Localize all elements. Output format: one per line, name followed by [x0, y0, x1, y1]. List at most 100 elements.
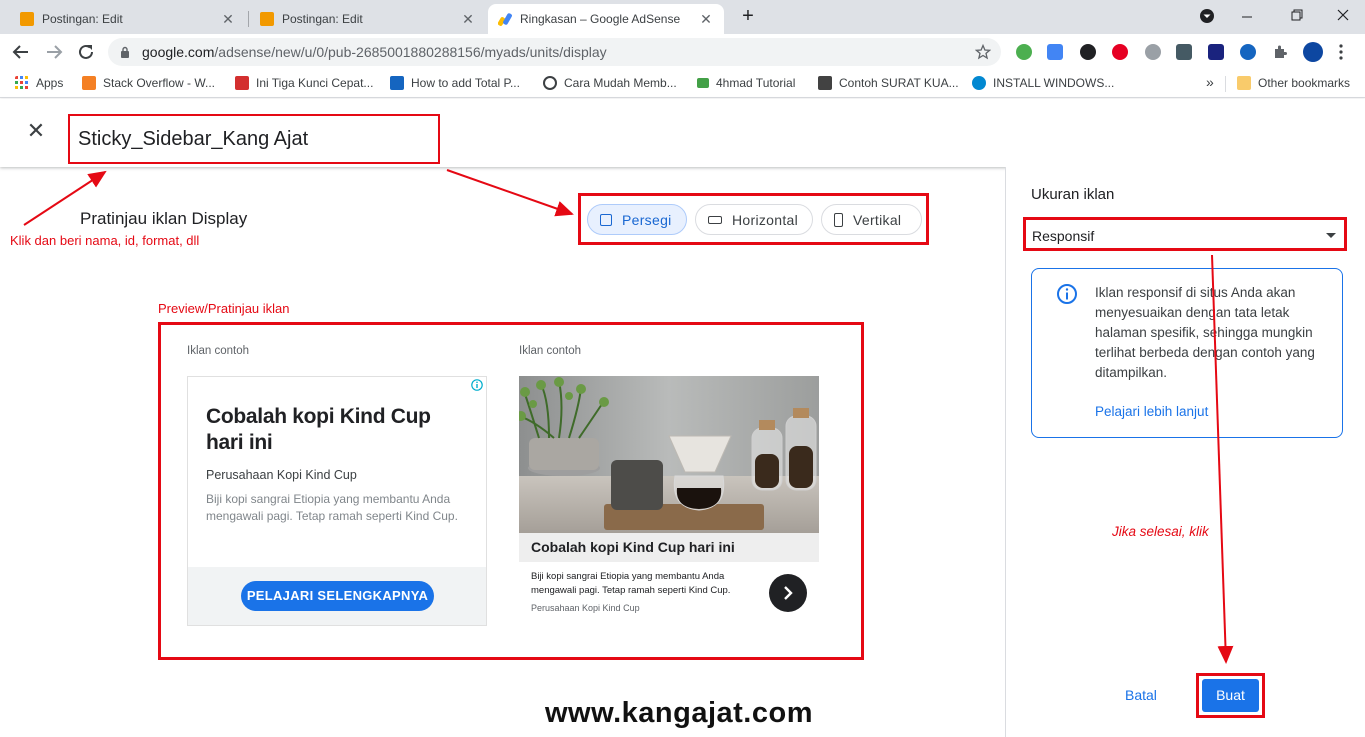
- square-icon: [600, 213, 612, 226]
- bookmark-install-windows[interactable]: INSTALL WINDOWS...: [972, 76, 1114, 90]
- speed-extension-icon[interactable]: [1176, 44, 1192, 60]
- bookmark-label: Cara Mudah Memb...: [564, 76, 677, 90]
- chart-extension-icon[interactable]: [1208, 44, 1224, 60]
- pinterest-extension-icon[interactable]: [1112, 44, 1128, 60]
- close-tab-icon[interactable]: ✕: [698, 11, 714, 28]
- extensions-puzzle-icon[interactable]: [1272, 44, 1288, 60]
- browser-tab-strip: Postingan: Edit ✕ Postingan: Edit ✕ Ring…: [0, 0, 1365, 34]
- menu-kebab-icon[interactable]: [1338, 44, 1344, 60]
- tab-adsense[interactable]: Ringkasan – Google AdSense ✕: [488, 4, 724, 34]
- gear-extension-icon[interactable]: [1145, 44, 1161, 60]
- format-selector: Persegi Horizontal Vertikal: [578, 193, 929, 245]
- ad-settings-panel: Ukuran iklan Responsif Iklan responsif d…: [1005, 167, 1365, 737]
- back-icon[interactable]: [12, 43, 30, 61]
- cancel-button[interactable]: Batal: [1125, 687, 1157, 703]
- info-text: Iklan responsif di situs Anda akan menye…: [1095, 285, 1315, 380]
- bookmark-star-icon[interactable]: [975, 44, 991, 60]
- adchoices-icon[interactable]: [471, 379, 483, 391]
- sample-image-ad: Cobalah kopi Kind Cup hari ini Biji kopi…: [519, 376, 819, 626]
- preview-title: Pratinjau iklan Display: [80, 209, 248, 228]
- ad-size-value: Responsif: [1032, 228, 1095, 244]
- bookmark-label: Contoh SURAT KUA...: [839, 76, 959, 90]
- ad-unit-name-value: Sticky_Sidebar_Kang Ajat: [78, 128, 309, 150]
- annotation-done-hint: Jika selesai, klik: [1112, 524, 1209, 539]
- bookmarks-overflow-button[interactable]: »: [1206, 74, 1214, 90]
- adsense-icon: [498, 13, 512, 26]
- bookmark-stackoverflow[interactable]: Stack Overflow - W...: [82, 76, 215, 90]
- window-close-icon[interactable]: [1336, 8, 1350, 22]
- close-editor-icon[interactable]: ✕: [24, 119, 48, 143]
- document-site-icon: [818, 76, 832, 90]
- ad-size-dropdown[interactable]: Responsif: [1023, 217, 1347, 251]
- ad-description: Biji kopi sangrai Etiopia yang membantu …: [531, 571, 731, 596]
- tab-postingan-edit-1[interactable]: Postingan: Edit ✕: [10, 4, 246, 34]
- account-extension-icon[interactable]: [1240, 44, 1256, 60]
- sample-text-ad: Cobalah kopi Kind Cup hari ini Perusahaa…: [187, 376, 487, 626]
- tab-title: Postingan: Edit: [42, 12, 123, 26]
- format-label: Persegi: [622, 211, 672, 228]
- vertical-rect-icon: [834, 212, 843, 227]
- bookmark-4hmad[interactable]: 4hmad Tutorial: [697, 76, 795, 90]
- annotation-name-hint: Klik dan beri nama, id, format, dll: [10, 233, 200, 248]
- close-tab-icon[interactable]: ✕: [460, 11, 476, 28]
- bookmarks-bar: Apps Stack Overflow - W... Ini Tiga Kunc…: [0, 70, 1365, 98]
- tab-search-icon[interactable]: [1199, 8, 1215, 24]
- close-tab-icon[interactable]: ✕: [220, 11, 236, 28]
- bookmark-label: How to add Total P...: [411, 76, 520, 90]
- bookmark-tiga-kunci[interactable]: Ini Tiga Kunci Cepat...: [235, 76, 373, 90]
- learn-more-link[interactable]: Pelajari lebih lanjut: [1095, 404, 1208, 419]
- url-path: /adsense/new/u/0/pub-2685001880288156/my…: [214, 44, 607, 60]
- tech-site-icon: [390, 76, 404, 90]
- learn-more-button[interactable]: PELAJARI SELENGKAPNYA: [241, 581, 434, 611]
- format-label: Horizontal: [732, 211, 799, 228]
- ad-advertiser: Perusahaan Kopi Kind Cup: [206, 468, 357, 482]
- ad-description: Biji kopi sangrai Etiopia yang membantu …: [206, 492, 458, 523]
- horizontal-rect-icon: [708, 215, 722, 224]
- format-label: Vertikal: [853, 211, 902, 228]
- reload-icon[interactable]: [77, 43, 95, 61]
- responsive-info-box: Iklan responsif di situs Anda akan menye…: [1031, 268, 1343, 438]
- ad-unit-editor-header: ✕ Sticky_Sidebar_Kang Ajat: [0, 99, 1365, 167]
- r-site-icon: [235, 76, 249, 90]
- bookmark-label: Other bookmarks: [1258, 76, 1351, 90]
- blogger-icon: [20, 12, 34, 26]
- ad-unit-name-field[interactable]: Sticky_Sidebar_Kang Ajat: [68, 114, 440, 164]
- format-chip-horizontal[interactable]: Horizontal: [695, 204, 813, 235]
- minimize-icon[interactable]: [1240, 10, 1254, 24]
- bookmark-label: Apps: [36, 76, 64, 90]
- new-tab-button[interactable]: +: [738, 6, 758, 26]
- bookmark-cara-mudah[interactable]: Cara Mudah Memb...: [543, 76, 677, 90]
- ad-next-button[interactable]: [769, 574, 807, 612]
- bookmark-label: 4hmad Tutorial: [716, 76, 796, 90]
- lock-icon: [121, 46, 129, 58]
- format-chip-vertikal[interactable]: Vertikal: [821, 204, 922, 235]
- bookmark-contoh-surat[interactable]: Contoh SURAT KUA...: [818, 76, 959, 90]
- translate-extension-icon[interactable]: [1047, 44, 1063, 60]
- watermark: www.kangajat.com: [545, 697, 813, 729]
- annotation-arrow: [446, 169, 574, 217]
- ad-headline-bar: Cobalah kopi Kind Cup hari ini: [519, 533, 819, 562]
- tab-divider: [248, 11, 249, 27]
- chevron-right-icon: [784, 586, 793, 600]
- folder-icon: [1237, 76, 1251, 90]
- ad-footer: PELAJARI SELENGKAPNYA: [188, 567, 486, 625]
- format-chip-persegi[interactable]: Persegi: [587, 204, 687, 235]
- avatar[interactable]: [1303, 42, 1323, 62]
- bookmark-total-posts[interactable]: How to add Total P...: [390, 76, 520, 90]
- create-button[interactable]: Buat: [1202, 679, 1259, 712]
- globe-site-icon: [972, 76, 986, 90]
- other-bookmarks[interactable]: Other bookmarks: [1237, 76, 1350, 90]
- address-bar[interactable]: google.com/adsense/new/u/0/pub-268500188…: [108, 38, 1001, 66]
- 4hmad-icon: [697, 78, 709, 88]
- globe-extension-icon[interactable]: [1016, 44, 1032, 60]
- incognito-extension-icon[interactable]: [1080, 44, 1096, 60]
- tab-postingan-edit-2[interactable]: Postingan: Edit ✕: [250, 4, 486, 34]
- info-icon: [1057, 284, 1077, 304]
- restore-icon[interactable]: [1290, 8, 1304, 22]
- sample-ad-label: Iklan contoh: [519, 345, 582, 357]
- bookmark-label: Ini Tiga Kunci Cepat...: [256, 76, 374, 90]
- blogger-icon: [260, 12, 274, 26]
- bookmark-apps[interactable]: Apps: [15, 76, 63, 90]
- apps-grid-icon: [15, 76, 28, 89]
- forward-icon[interactable]: [45, 43, 63, 61]
